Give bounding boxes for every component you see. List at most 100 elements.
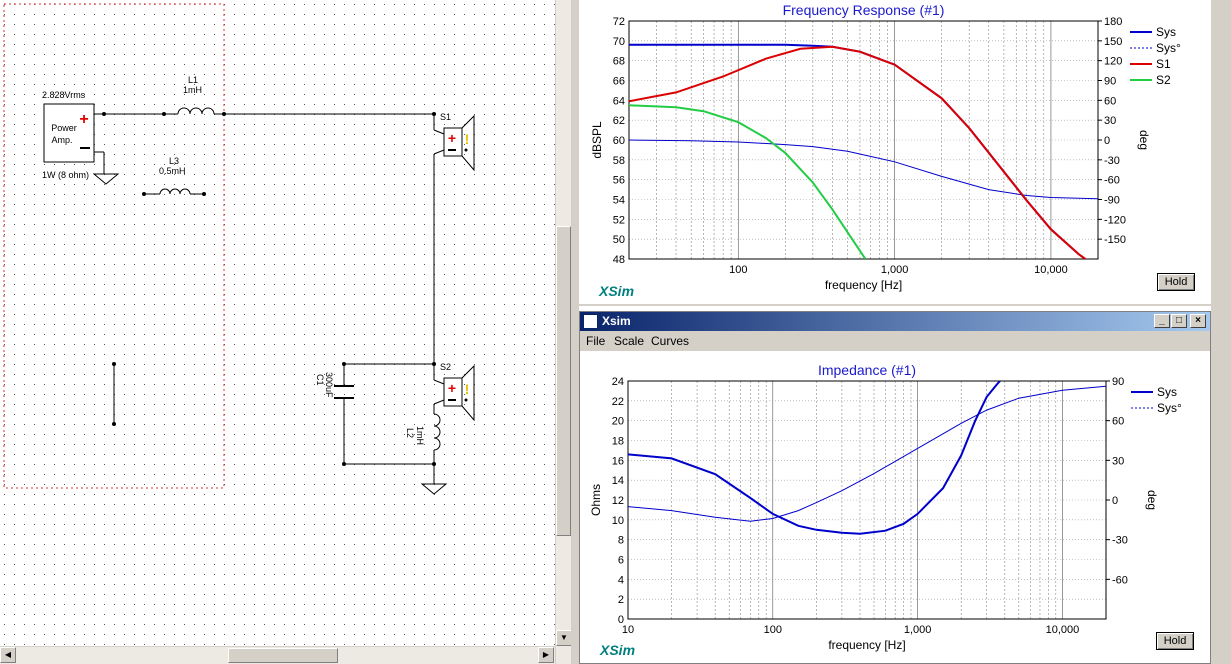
app-icon — [583, 314, 598, 329]
svg-text:+: + — [448, 130, 456, 146]
legend-entry: Sys — [1156, 25, 1176, 39]
y2-tick-label: 90 — [1104, 76, 1116, 88]
impedance-chart: Impedance (#1)024681012141618202224-60-3… — [589, 362, 1182, 658]
y2-tick-label: 30 — [1112, 455, 1124, 467]
y-tick-label: 12 — [612, 495, 624, 507]
scroll-down-arrow-icon[interactable]: ▼ — [556, 630, 572, 646]
y-tick-label: 10 — [612, 515, 624, 527]
series-line-sys-phase — [628, 385, 1106, 522]
y-tick-label: 20 — [612, 416, 624, 428]
x-tick-label: 100 — [764, 624, 782, 636]
menu-scale[interactable]: Scale — [614, 334, 644, 348]
chart-title: Impedance (#1) — [818, 362, 916, 378]
x-tick-label: 1,000 — [904, 624, 932, 636]
y2-tick-label: -60 — [1104, 175, 1120, 187]
y2-tick-label: -150 — [1104, 234, 1126, 246]
impedance-window: Xsim _ □ × File Scale Curves Impedance (… — [579, 311, 1211, 664]
y2-axis-label: deg — [1145, 490, 1159, 510]
S1-name: S1 — [440, 112, 451, 122]
legend-entry: Sys — [1157, 385, 1177, 399]
S2-name: S2 — [440, 362, 451, 372]
y-tick-label: 50 — [613, 234, 625, 246]
y-tick-label: 60 — [613, 135, 625, 147]
y2-tick-label: -90 — [1104, 195, 1120, 207]
x-tick-label: 100 — [729, 264, 747, 276]
close-button[interactable]: × — [1190, 314, 1206, 328]
fr-hold-button[interactable]: Hold — [1157, 273, 1195, 291]
svg-text:+: + — [448, 380, 456, 396]
x-tick-label: 1,000 — [881, 264, 909, 276]
y2-tick-label: 120 — [1104, 56, 1122, 68]
C1-name: C1 — [315, 374, 325, 386]
L2-value: 1mH — [415, 426, 425, 445]
y2-axis-label: deg — [1137, 130, 1151, 150]
schematic-vertical-scrollbar[interactable]: ▼ — [555, 0, 572, 664]
y-tick-label: 8 — [618, 535, 624, 547]
maximize-button[interactable]: □ — [1171, 314, 1187, 328]
C1-value: 300uF — [324, 372, 334, 398]
y2-tick-label: -60 — [1112, 574, 1128, 586]
menu-bar: File Scale Curves — [580, 331, 1210, 351]
y-tick-label: 52 — [613, 214, 625, 226]
y-tick-label: 2 — [618, 594, 624, 606]
y2-tick-label: -120 — [1104, 214, 1126, 226]
power-amp-symbol[interactable]: + Power Amp. — [43, 103, 95, 163]
legend-entry: S1 — [1156, 57, 1171, 71]
horizontal-scroll-thumb[interactable] — [228, 648, 338, 663]
scroll-right-arrow-icon[interactable]: ▶ — [538, 647, 554, 663]
x-axis-label: frequency [Hz] — [828, 638, 905, 652]
series-line-sys — [628, 381, 1001, 535]
L1-value: 1mH — [183, 85, 202, 95]
window-border — [1211, 0, 1231, 664]
legend-entry: S2 — [1156, 73, 1171, 87]
legend-entry: Sys° — [1156, 41, 1181, 55]
y2-tick-label: 60 — [1112, 416, 1124, 428]
schematic-horizontal-scrollbar[interactable]: ◀ ▶ — [0, 646, 555, 664]
L3-value: 0.5mH — [159, 166, 186, 176]
y2-tick-label: 90 — [1112, 376, 1124, 388]
series-line-sys-phase — [629, 139, 1098, 200]
window-title: Xsim — [602, 314, 631, 328]
y2-tick-label: 150 — [1104, 36, 1122, 48]
L2-name: L2 — [405, 428, 415, 438]
frequency-response-chart: Frequency Response (#1) 48 50 52 54 56 58 60 62 6… — [590, 2, 1181, 299]
x-tick-label: 10 — [622, 624, 634, 636]
minimize-button[interactable]: _ — [1154, 314, 1170, 328]
y-tick-label: 14 — [612, 475, 624, 487]
y-tick-label: 68 — [613, 56, 625, 68]
y2-tick-label: 180 — [1104, 16, 1122, 28]
y2-tick-label: 0 — [1104, 135, 1110, 147]
y-tick-label: 72 — [613, 16, 625, 28]
menu-file[interactable]: File — [586, 334, 605, 348]
xsim-logo: XSim — [598, 283, 634, 299]
y-tick-label: 66 — [613, 76, 625, 88]
y-tick-label: 4 — [618, 574, 624, 586]
schematic-drawing[interactable]: + Power Amp. 2.828Vrms 1W (8 ohm) L1 1mH… — [0, 0, 555, 646]
y-tick-label: 18 — [612, 436, 624, 448]
L3-name: L3 — [169, 156, 179, 166]
source-voltage-label: 2.828Vrms — [42, 90, 86, 100]
schematic-canvas[interactable]: + Power Amp. 2.828Vrms 1W (8 ohm) L1 1mH… — [0, 0, 555, 646]
y-tick-label: 16 — [612, 455, 624, 467]
y-tick-label: 6 — [618, 555, 624, 567]
imp-hold-button[interactable]: Hold — [1156, 632, 1194, 650]
y2-tick-label: 30 — [1104, 115, 1116, 127]
scroll-left-arrow-icon[interactable]: ◀ — [0, 647, 16, 663]
window-titlebar[interactable]: Xsim _ □ × — [580, 312, 1210, 331]
xsim-logo: XSim — [599, 642, 635, 658]
y-tick-label: 22 — [612, 396, 624, 408]
x-tick-label: 10,000 — [1034, 264, 1068, 276]
svg-text:+: + — [79, 111, 88, 128]
vertical-scroll-thumb[interactable] — [556, 226, 571, 536]
frequency-response-window: Frequency Response (#1) 48 50 52 54 56 58 60 62 6… — [579, 0, 1211, 306]
x-axis-label: frequency [Hz] — [825, 278, 902, 292]
menu-curves[interactable]: Curves — [651, 334, 689, 348]
source-name-line1: Power — [51, 123, 77, 133]
series-line-s2 — [629, 104, 867, 259]
y2-tick-label: 60 — [1104, 95, 1116, 107]
y-axis-label: Ohms — [589, 484, 603, 516]
splitter[interactable] — [571, 0, 579, 664]
y-tick-label: 54 — [613, 195, 625, 207]
y-tick-label: 48 — [613, 254, 625, 266]
x-tick-label: 10,000 — [1046, 624, 1080, 636]
